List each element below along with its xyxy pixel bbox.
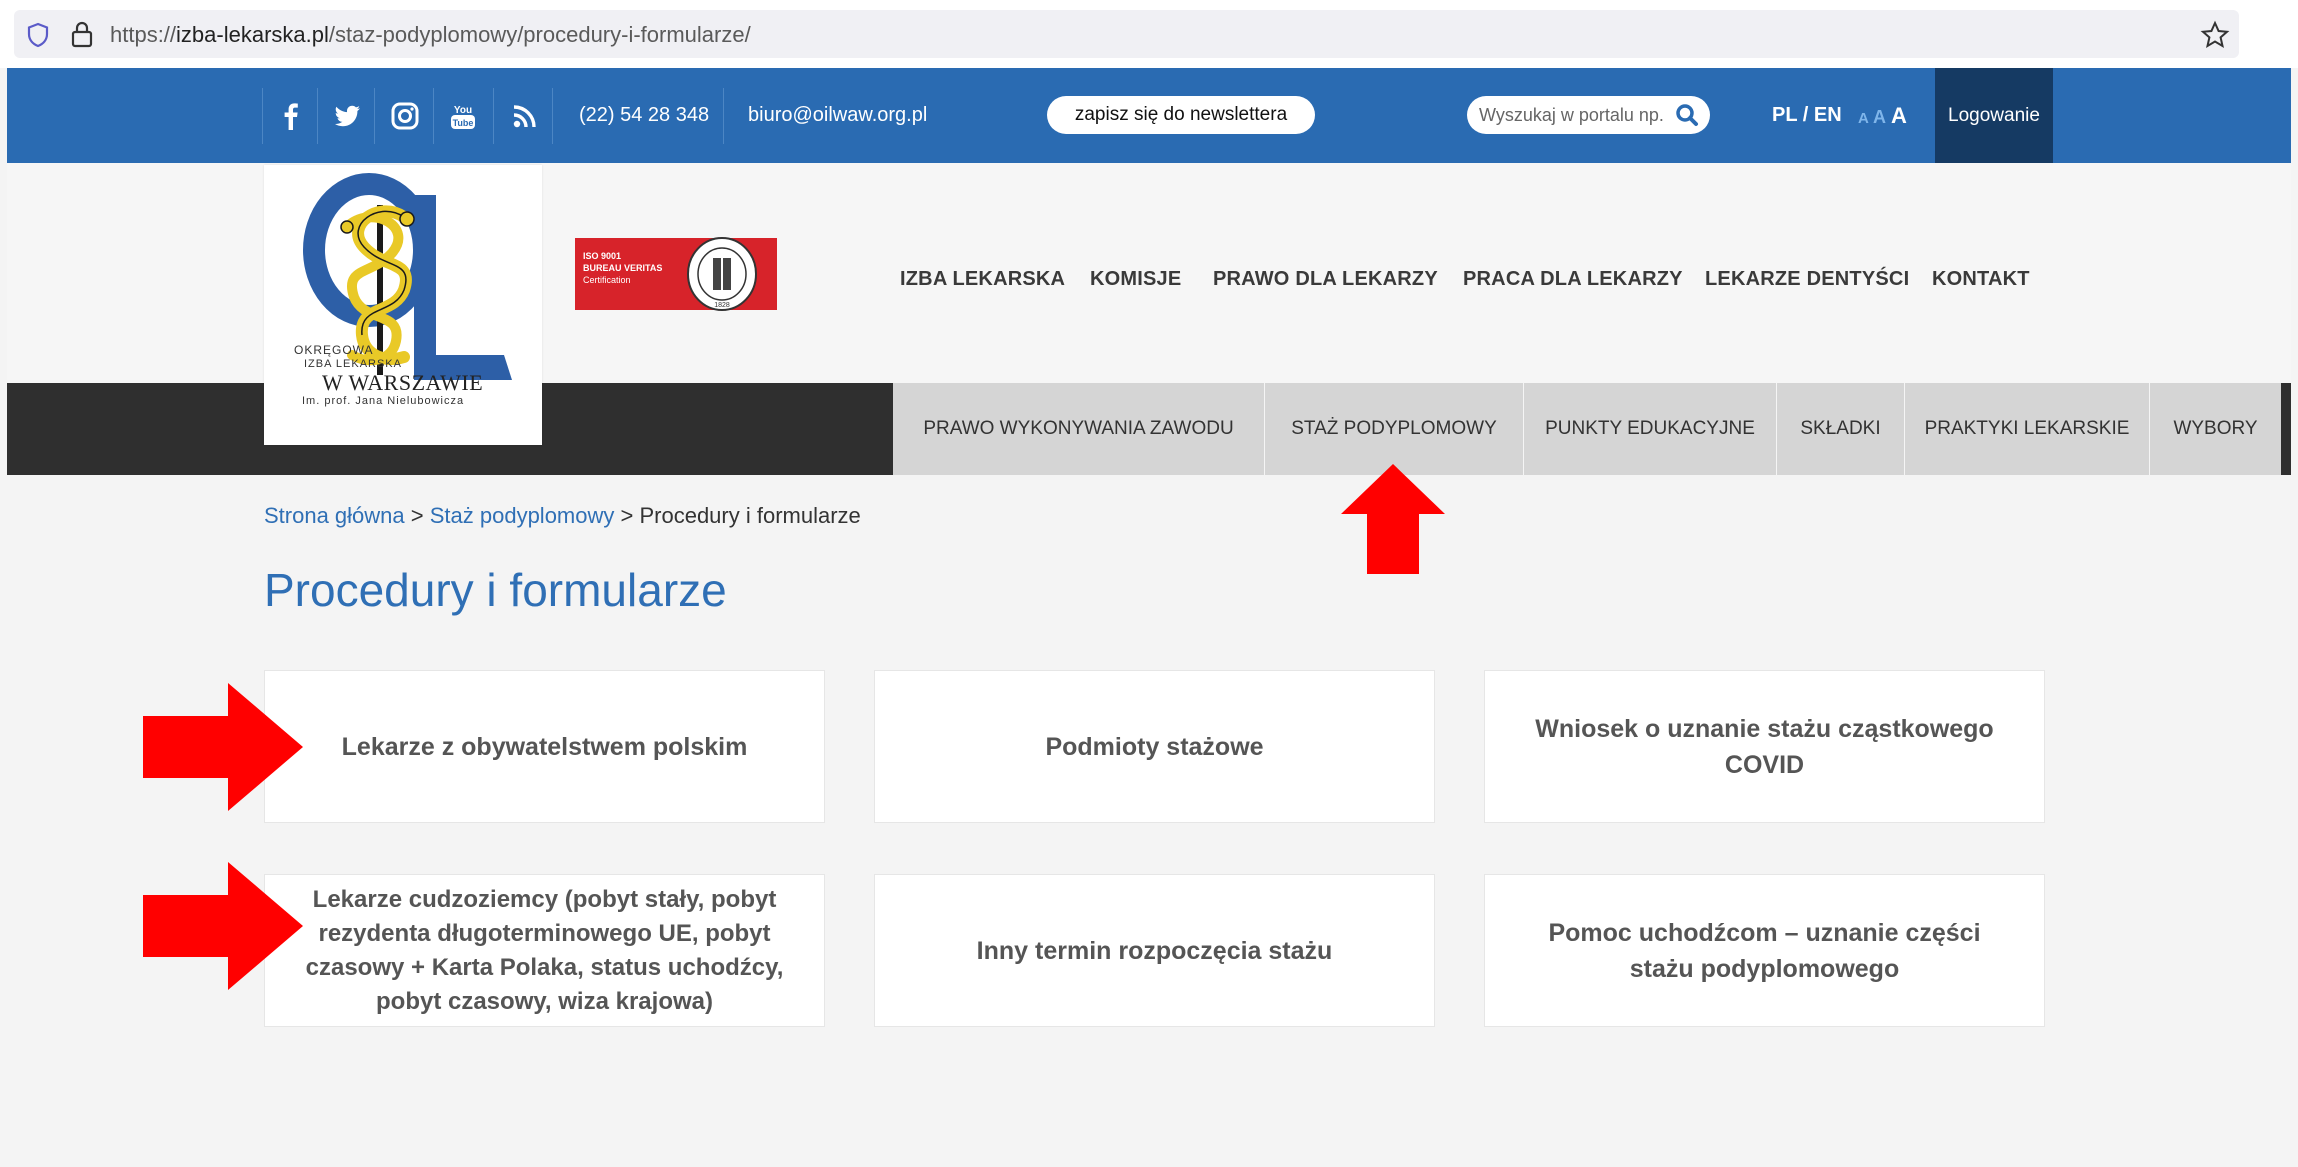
divider [723, 88, 724, 144]
search-icon[interactable] [1674, 102, 1700, 128]
language-switch[interactable]: PL / EN [1772, 104, 1842, 127]
nav-prawo-dla-lekarzy[interactable]: PRAWO DLA LEKARZY [1213, 268, 1438, 291]
breadcrumb-separator: > [614, 503, 640, 528]
card-pomoc-uchodzcom[interactable]: Pomoc uchodźcom – uznanie części stażu p… [1484, 874, 2045, 1027]
font-size-small[interactable]: A [1858, 110, 1869, 127]
logo-line4: Im. prof. Jana Nielubowicza [302, 395, 465, 407]
subnav-punkty-edukacyjne[interactable]: PUNKTY EDUKACYJNE [1524, 383, 1777, 475]
card-podmioty-stazowe[interactable]: Podmioty stażowe [874, 670, 1435, 823]
phone-number[interactable]: (22) 54 28 348 [579, 104, 709, 127]
login-button[interactable]: Logowanie [1935, 68, 2053, 163]
nav-lekarze-dentysci[interactable]: LEKARZE DENTYŚCI [1705, 268, 1909, 291]
url-host: izba-lekarska.pl [176, 22, 329, 47]
breadcrumb-separator: > [404, 503, 430, 528]
rss-icon[interactable] [509, 100, 541, 132]
nav-izba-lekarska[interactable]: IZBA LEKARSKA [900, 268, 1065, 291]
iso-certification-badge: ISO 9001 BUREAU VERITAS Certification 18… [575, 237, 777, 311]
breadcrumb-section-link[interactable]: Staż podyplomowy [430, 503, 615, 528]
font-size-medium[interactable]: A [1873, 107, 1886, 128]
youtube-icon[interactable]: You Tube [447, 100, 479, 132]
card-lekarze-cudzoziemcy[interactable]: Lekarze cudzoziemcy (pobyt stały, pobyt … [264, 874, 825, 1027]
nav-komisje[interactable]: KOMISJE [1090, 268, 1181, 291]
facebook-icon[interactable] [275, 100, 307, 132]
seal-year: 1828 [714, 302, 730, 309]
newsletter-button[interactable]: zapisz się do newslettera [1047, 96, 1315, 134]
url-prefix: https:// [110, 22, 177, 47]
shield-icon[interactable] [26, 22, 50, 48]
instagram-icon[interactable] [389, 100, 421, 132]
breadcrumb-home-link[interactable]: Strona główna [264, 503, 405, 528]
annotation-arrow-right-icon [143, 862, 303, 990]
site-logo[interactable]: OKRĘGOWA IZBA LEKARSKA W WARSZAWIE Im. p… [264, 165, 542, 445]
iso-line3: Certification [583, 275, 631, 285]
url-text[interactable]: https://izba-lekarska.pl/staz-podyplomow… [110, 22, 751, 48]
breadcrumb: Strona główna > Staż podyplomowy > Proce… [264, 503, 861, 529]
logo-line3: W WARSZAWIE [322, 370, 484, 395]
divider [493, 88, 494, 144]
font-size-large[interactable]: A [1891, 103, 1907, 129]
svg-text:Tube: Tube [453, 118, 474, 128]
browser-toolbar: https://izba-lekarska.pl/staz-podyplomow… [0, 0, 2298, 68]
bureau-veritas-seal-icon: 1828 [687, 237, 757, 311]
email-link[interactable]: biuro@oilwaw.org.pl [748, 104, 927, 127]
card-wniosek-covid[interactable]: Wniosek o uznanie stażu cząstkowego COVI… [1484, 670, 2045, 823]
divider [374, 88, 375, 144]
search-box [1467, 96, 1710, 134]
card-inny-termin-rozpoczecia-stazu[interactable]: Inny termin rozpoczęcia stażu [874, 874, 1435, 1027]
bookmark-star-icon[interactable] [2200, 20, 2230, 50]
twitter-icon[interactable] [331, 100, 363, 132]
subnav-wybory[interactable]: WYBORY [2150, 383, 2281, 475]
subnav-staz-podyplomowy[interactable]: STAŻ PODYPLOMOWY [1265, 383, 1524, 475]
iso-line2: BUREAU VERITAS [583, 263, 663, 273]
annotation-arrow-up-icon [1341, 464, 1445, 574]
divider [262, 88, 263, 144]
logo-line1: OKRĘGOWA [294, 343, 374, 357]
annotation-arrow-right-icon [143, 683, 303, 811]
subnav-skladki[interactable]: SKŁADKI [1777, 383, 1905, 475]
subnav-praktyki-lekarskie[interactable]: PRAKTYKI LEKARSKIE [1905, 383, 2150, 475]
nav-praca-dla-lekarzy[interactable]: PRACA DLA LEKARZY [1463, 268, 1683, 291]
divider [552, 88, 553, 144]
search-input[interactable] [1479, 102, 1667, 128]
url-path: /staz-podyplomowy/procedury-i-formularze… [328, 22, 751, 47]
divider [317, 88, 318, 144]
breadcrumb-current: Procedury i formularze [639, 503, 861, 528]
subnav-prawo-wykonywania-zawodu[interactable]: PRAWO WYKONYWANIA ZAWODU [893, 383, 1265, 475]
divider [433, 88, 434, 144]
logo-line2: IZBA LEKARSKA [304, 358, 402, 370]
iso-line1: ISO 9001 [583, 251, 622, 261]
page-title: Procedury i formularze [264, 564, 727, 616]
top-contact-bar: You Tube (22) 54 28 348 biuro@oilwaw.org… [7, 68, 2291, 163]
svg-text:You: You [454, 105, 472, 116]
lock-icon[interactable] [70, 20, 94, 48]
card-lekarze-z-obywatelstwem-polskim[interactable]: Lekarze z obywatelstwem polskim [264, 670, 825, 823]
nav-kontakt[interactable]: KONTAKT [1932, 268, 2030, 291]
